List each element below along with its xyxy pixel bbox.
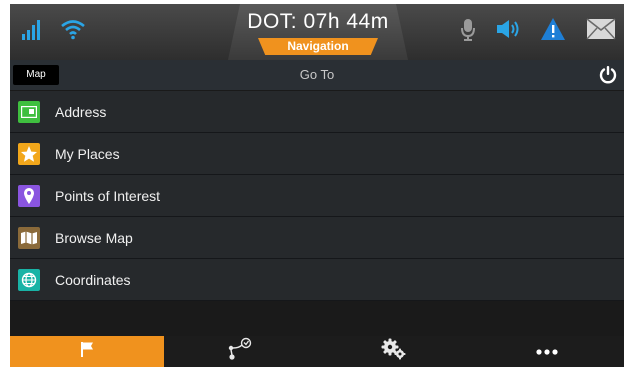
menu-item-coordinates[interactable]: Coordinates xyxy=(10,259,624,301)
microphone-icon[interactable] xyxy=(460,17,476,46)
navigation-screen: DOT: 07h 44m Navigation Map Go To Addres… xyxy=(10,4,624,367)
menu-item-label: My Places xyxy=(55,145,120,162)
map-icon xyxy=(18,226,40,249)
menu-item-label: Coordinates xyxy=(55,271,131,288)
tab-more[interactable] xyxy=(470,336,624,367)
warning-icon[interactable] xyxy=(540,17,566,46)
dot-panel: DOT: 07h 44m Navigation xyxy=(228,4,408,60)
menu-item-my-places[interactable]: My Places xyxy=(10,133,624,175)
menu-item-address[interactable]: Address xyxy=(10,91,624,133)
address-card-icon xyxy=(18,100,40,123)
menu-item-browse-map[interactable]: Browse Map xyxy=(10,217,624,259)
menu-item-points-of-interest[interactable]: Points of Interest xyxy=(10,175,624,217)
more-icon xyxy=(535,343,559,361)
tab-settings[interactable] xyxy=(317,336,471,367)
status-left xyxy=(22,18,86,40)
page-title: Go To xyxy=(299,67,335,82)
signal-icon xyxy=(22,18,40,40)
status-bar: DOT: 07h 44m Navigation xyxy=(10,4,624,60)
menu-item-label: Browse Map xyxy=(55,229,133,246)
goto-menu: Address My Places Points of Interest Bro… xyxy=(10,91,624,301)
globe-icon xyxy=(18,268,40,291)
wifi-icon xyxy=(60,18,86,40)
goto-header: Map Go To xyxy=(10,60,624,90)
bottom-tab-bar xyxy=(10,336,624,367)
star-icon xyxy=(18,142,40,165)
route-icon xyxy=(227,337,253,366)
mail-icon[interactable] xyxy=(586,18,616,45)
navigation-mode-tab[interactable]: Navigation xyxy=(258,38,378,55)
status-right xyxy=(460,17,616,46)
power-icon[interactable] xyxy=(598,65,618,90)
speaker-icon[interactable] xyxy=(496,18,520,45)
menu-item-label: Address xyxy=(55,103,107,120)
settings-icon xyxy=(381,338,407,365)
flag-icon xyxy=(78,340,96,363)
tab-goto[interactable] xyxy=(10,336,164,367)
dot-timer: DOT: 07h 44m xyxy=(247,10,389,33)
location-pin-icon xyxy=(18,184,40,207)
tab-route[interactable] xyxy=(163,336,317,367)
menu-item-label: Points of Interest xyxy=(55,187,161,204)
